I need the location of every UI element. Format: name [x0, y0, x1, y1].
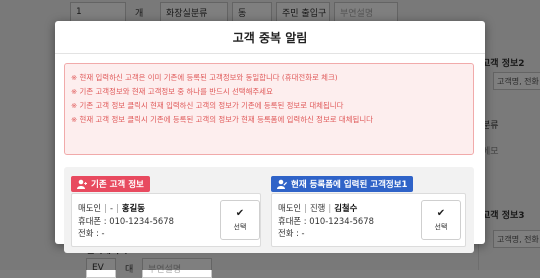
comparison-panel: 기존 고객 정보 매도인 | - | 홍길동 휴대폰 : 010-1234-5678 전… — [64, 167, 474, 253]
current-customer-header: 현재 등록폼에 입력된 고객정보1 — [271, 176, 414, 192]
existing-name: 홍길동 — [121, 203, 145, 213]
existing-customer-summary: 매도인 | - | 홍길동 — [78, 203, 145, 213]
existing-customer-header: 기존 고객 정보 — [71, 176, 150, 192]
current-mobile: 휴대폰 : 010-1234-5678 — [278, 216, 374, 226]
check-icon: ✔ — [436, 208, 446, 219]
check-icon: ✔ — [235, 208, 245, 219]
select-existing-label: 선택 — [233, 223, 247, 231]
notice-line: ※ 현재 고객 정보 클릭시 기존에 등록된 고객의 정보가 현재 등록폼에 입… — [71, 115, 373, 124]
select-current-label: 선택 — [434, 223, 448, 231]
modal-divider — [55, 53, 485, 54]
current-name: 김철수 — [334, 203, 358, 213]
current-status: 진행 — [309, 203, 326, 213]
notice-line: ※ 기존 고객정보와 현재 고객정보 중 하나를 반드시 선택해주세요 — [71, 87, 273, 96]
notice-line: ※ 기존 고객 정보 클릭시 현재 입력하신 고객의 정보가 기존에 등록된 정… — [71, 101, 344, 110]
current-phone: 전화 : - — [278, 228, 305, 238]
current-customer-header-label: 현재 등록폼에 입력된 고객정보1 — [291, 180, 408, 190]
modal-title: 고객 중복 알림 — [232, 31, 308, 45]
current-customer-card[interactable]: 매도인 | 진행 | 김철수 휴대폰 : 010-1234-5678 전화 : - ✔ … — [271, 193, 466, 247]
notice-line: ※ 현재 입력하신 고객은 이미 기존에 등록된 고객정보와 동일합니다 (휴대… — [71, 73, 338, 82]
user-icon — [77, 179, 87, 189]
existing-role: 매도인 — [78, 203, 102, 213]
existing-status: - — [109, 203, 113, 213]
current-role: 매도인 — [278, 203, 302, 213]
user-icon — [277, 179, 287, 189]
notice-box: ※ 현재 입력하신 고객은 이미 기존에 등록된 고객정보와 동일합니다 (휴대… — [64, 63, 474, 155]
existing-mobile: 휴대폰 : 010-1234-5678 — [78, 216, 174, 226]
select-existing-button[interactable]: ✔ 선택 — [220, 200, 260, 240]
duplicate-customer-modal: 고객 중복 알림 ※ 현재 입력하신 고객은 이미 기존에 등록된 고객정보와 … — [55, 21, 485, 253]
existing-phone: 전화 : - — [78, 228, 105, 238]
existing-customer-header-label: 기존 고객 정보 — [91, 180, 144, 190]
existing-customer-card[interactable]: 매도인 | - | 홍길동 휴대폰 : 010-1234-5678 전화 : - ✔ 선… — [71, 193, 261, 247]
select-current-button[interactable]: ✔ 선택 — [421, 200, 461, 240]
current-customer-summary: 매도인 | 진행 | 김철수 — [278, 203, 358, 213]
